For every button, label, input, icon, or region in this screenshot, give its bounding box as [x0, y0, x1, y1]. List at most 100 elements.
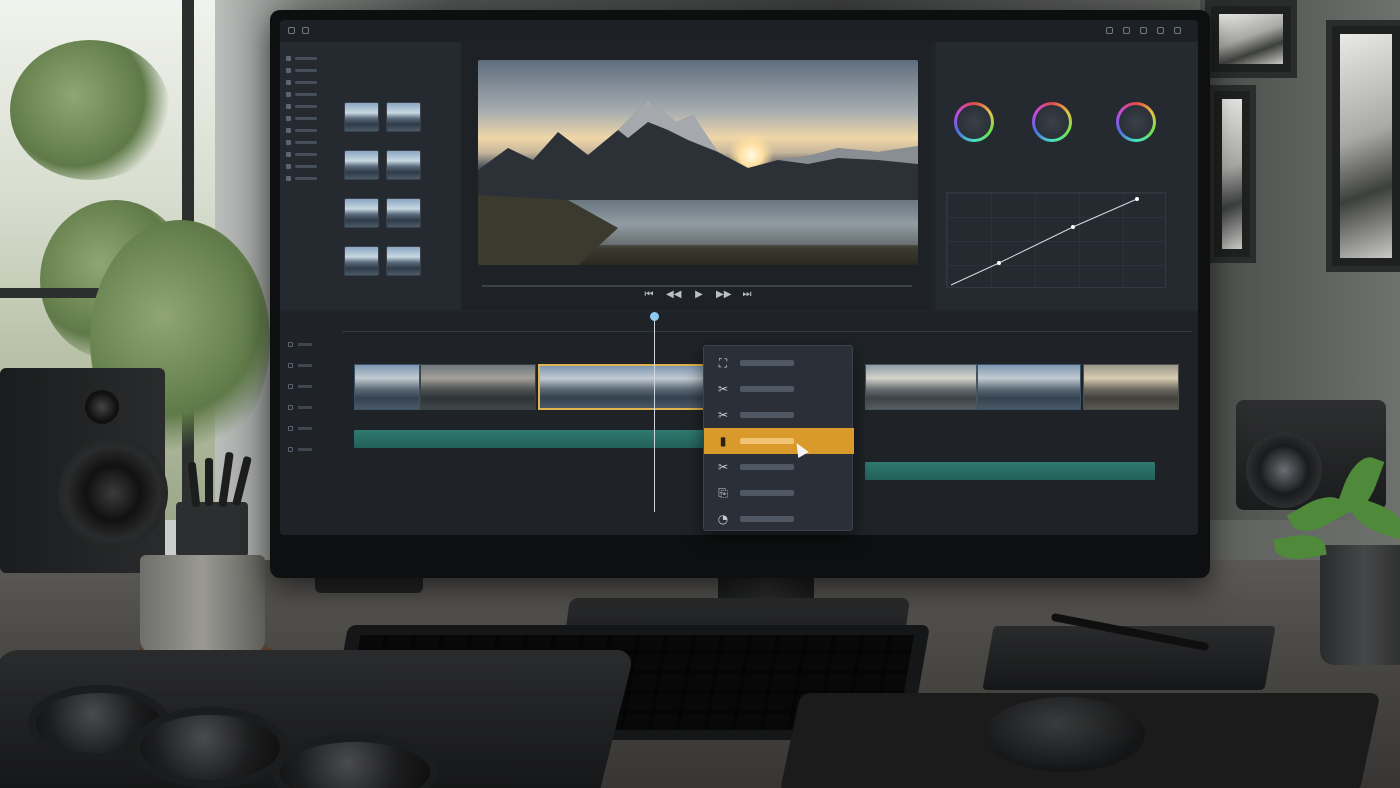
plant-leaf	[1273, 530, 1327, 564]
bin-item[interactable]	[286, 136, 336, 148]
panel-icon[interactable]	[1140, 27, 1147, 34]
speaker-tweeter	[85, 390, 119, 424]
wall-photo	[1326, 20, 1400, 272]
video-preview[interactable]	[478, 60, 918, 265]
expand-icon[interactable]	[1157, 27, 1164, 34]
tree-foliage	[10, 40, 170, 180]
context-menu-item[interactable]: ⎘	[704, 480, 854, 506]
menu-item-label	[740, 516, 794, 522]
mountain-range	[478, 100, 918, 265]
media-thumbnail[interactable]	[344, 102, 379, 132]
video-clip[interactable]	[865, 364, 977, 410]
bin-tree	[286, 52, 336, 184]
skip-back-icon[interactable]: ⏮	[642, 288, 656, 302]
transport-bar: ⏮ ◀◀ ▶ ▶▶ ⏭	[462, 282, 932, 308]
plant-pot	[1320, 545, 1400, 665]
bin-item[interactable]	[286, 172, 336, 184]
audio-clip[interactable]	[354, 430, 714, 448]
tag-icon: ◔	[717, 512, 729, 526]
video-clip[interactable]	[420, 364, 536, 410]
media-thumbnail[interactable]	[344, 198, 379, 228]
bin-item[interactable]	[286, 64, 336, 76]
menu-item-label	[740, 490, 794, 496]
context-menu-item[interactable]: ⛶	[704, 350, 854, 376]
media-thumbnail[interactable]	[386, 198, 421, 228]
paste-icon: ⎘	[718, 486, 728, 500]
bin-item[interactable]	[286, 88, 336, 100]
track-header[interactable]	[280, 418, 340, 439]
scissors-icon: ✂	[717, 460, 729, 474]
bin-item[interactable]	[286, 100, 336, 112]
office-scene: ⏮ ◀◀ ▶ ▶▶ ⏭ ⛶ ✂ ✂ ▮ ✂ ⎘ ◔	[0, 0, 1400, 788]
skip-forward-icon[interactable]: ⏭	[740, 288, 754, 302]
scrub-bar[interactable]	[482, 285, 912, 287]
menu-item-label	[740, 386, 794, 392]
bin-item[interactable]	[286, 52, 336, 64]
track-header[interactable]	[280, 397, 340, 418]
viewer-panel: ⏮ ◀◀ ▶ ▶▶ ⏭	[462, 42, 932, 310]
gain-color-wheel[interactable]	[1116, 102, 1156, 142]
bin-item[interactable]	[286, 112, 336, 124]
bin-item[interactable]	[286, 76, 336, 88]
timeline-ruler[interactable]	[342, 320, 1192, 332]
video-clip[interactable]	[1083, 364, 1179, 410]
crop-icon: ⛶	[718, 356, 728, 370]
playhead[interactable]	[650, 312, 659, 512]
context-menu: ⛶ ✂ ✂ ▮ ✂ ⎘ ◔	[703, 345, 854, 532]
audio-clip[interactable]	[865, 462, 1155, 480]
bin-item[interactable]	[286, 148, 336, 160]
bin-item[interactable]	[286, 160, 336, 172]
context-menu-item[interactable]: ✂	[704, 376, 854, 402]
menu-item-label	[740, 360, 794, 366]
lift-color-wheel[interactable]	[954, 102, 994, 142]
menu-icon[interactable]	[302, 27, 309, 34]
media-thumbnail[interactable]	[386, 150, 421, 180]
step-forward-icon[interactable]: ▶▶	[716, 288, 731, 302]
video-clip[interactable]	[977, 364, 1081, 410]
video-clip[interactable]	[354, 364, 420, 410]
track-header[interactable]	[280, 439, 340, 460]
selected-video-clip[interactable]	[538, 364, 714, 410]
track-header[interactable]	[280, 355, 340, 376]
color-panel	[936, 42, 1198, 310]
pen-holder	[176, 502, 248, 557]
menu-item-label	[740, 412, 794, 418]
media-thumbnail[interactable]	[344, 150, 379, 180]
step-back-icon[interactable]: ◀◀	[666, 288, 681, 302]
speaker	[0, 368, 168, 573]
menu-item-label	[740, 464, 794, 470]
speaker-woofer	[58, 438, 168, 548]
trackball	[140, 715, 280, 780]
settings-icon[interactable]	[1106, 27, 1113, 34]
media-browser	[280, 42, 460, 310]
track-header[interactable]	[280, 376, 340, 397]
scissors-icon: ✂	[717, 382, 729, 396]
media-thumbnail[interactable]	[386, 102, 421, 132]
context-menu-item-highlighted[interactable]: ▮	[704, 428, 854, 454]
track-headers	[280, 334, 340, 460]
pen	[205, 458, 213, 506]
menu-item-label	[740, 438, 794, 444]
context-menu-item[interactable]: ◔	[704, 506, 854, 532]
grid-icon[interactable]	[1123, 27, 1130, 34]
bin-item[interactable]	[286, 124, 336, 136]
gamma-color-wheel[interactable]	[1032, 102, 1072, 142]
brush	[218, 451, 234, 508]
context-menu-item[interactable]: ✂	[704, 402, 854, 428]
app-logo-icon	[288, 27, 295, 34]
wall-photo	[1208, 85, 1256, 263]
computer-mouse	[985, 697, 1145, 772]
close-icon[interactable]	[1174, 27, 1181, 34]
curve-line	[950, 197, 1139, 286]
scissors-icon: ✂	[717, 408, 729, 422]
media-thumbnail[interactable]	[344, 246, 379, 276]
app-topbar	[280, 20, 1198, 42]
play-icon[interactable]: ▶	[692, 288, 706, 302]
track-header[interactable]	[280, 334, 340, 355]
media-thumbnail[interactable]	[386, 246, 421, 276]
camera-lens	[1246, 432, 1322, 508]
brush	[232, 455, 252, 507]
curves-graph[interactable]	[946, 192, 1166, 288]
monitor: ⏮ ◀◀ ▶ ▶▶ ⏭ ⛶ ✂ ✂ ▮ ✂ ⎘ ◔	[270, 10, 1210, 578]
context-menu-item[interactable]: ✂	[704, 454, 854, 480]
